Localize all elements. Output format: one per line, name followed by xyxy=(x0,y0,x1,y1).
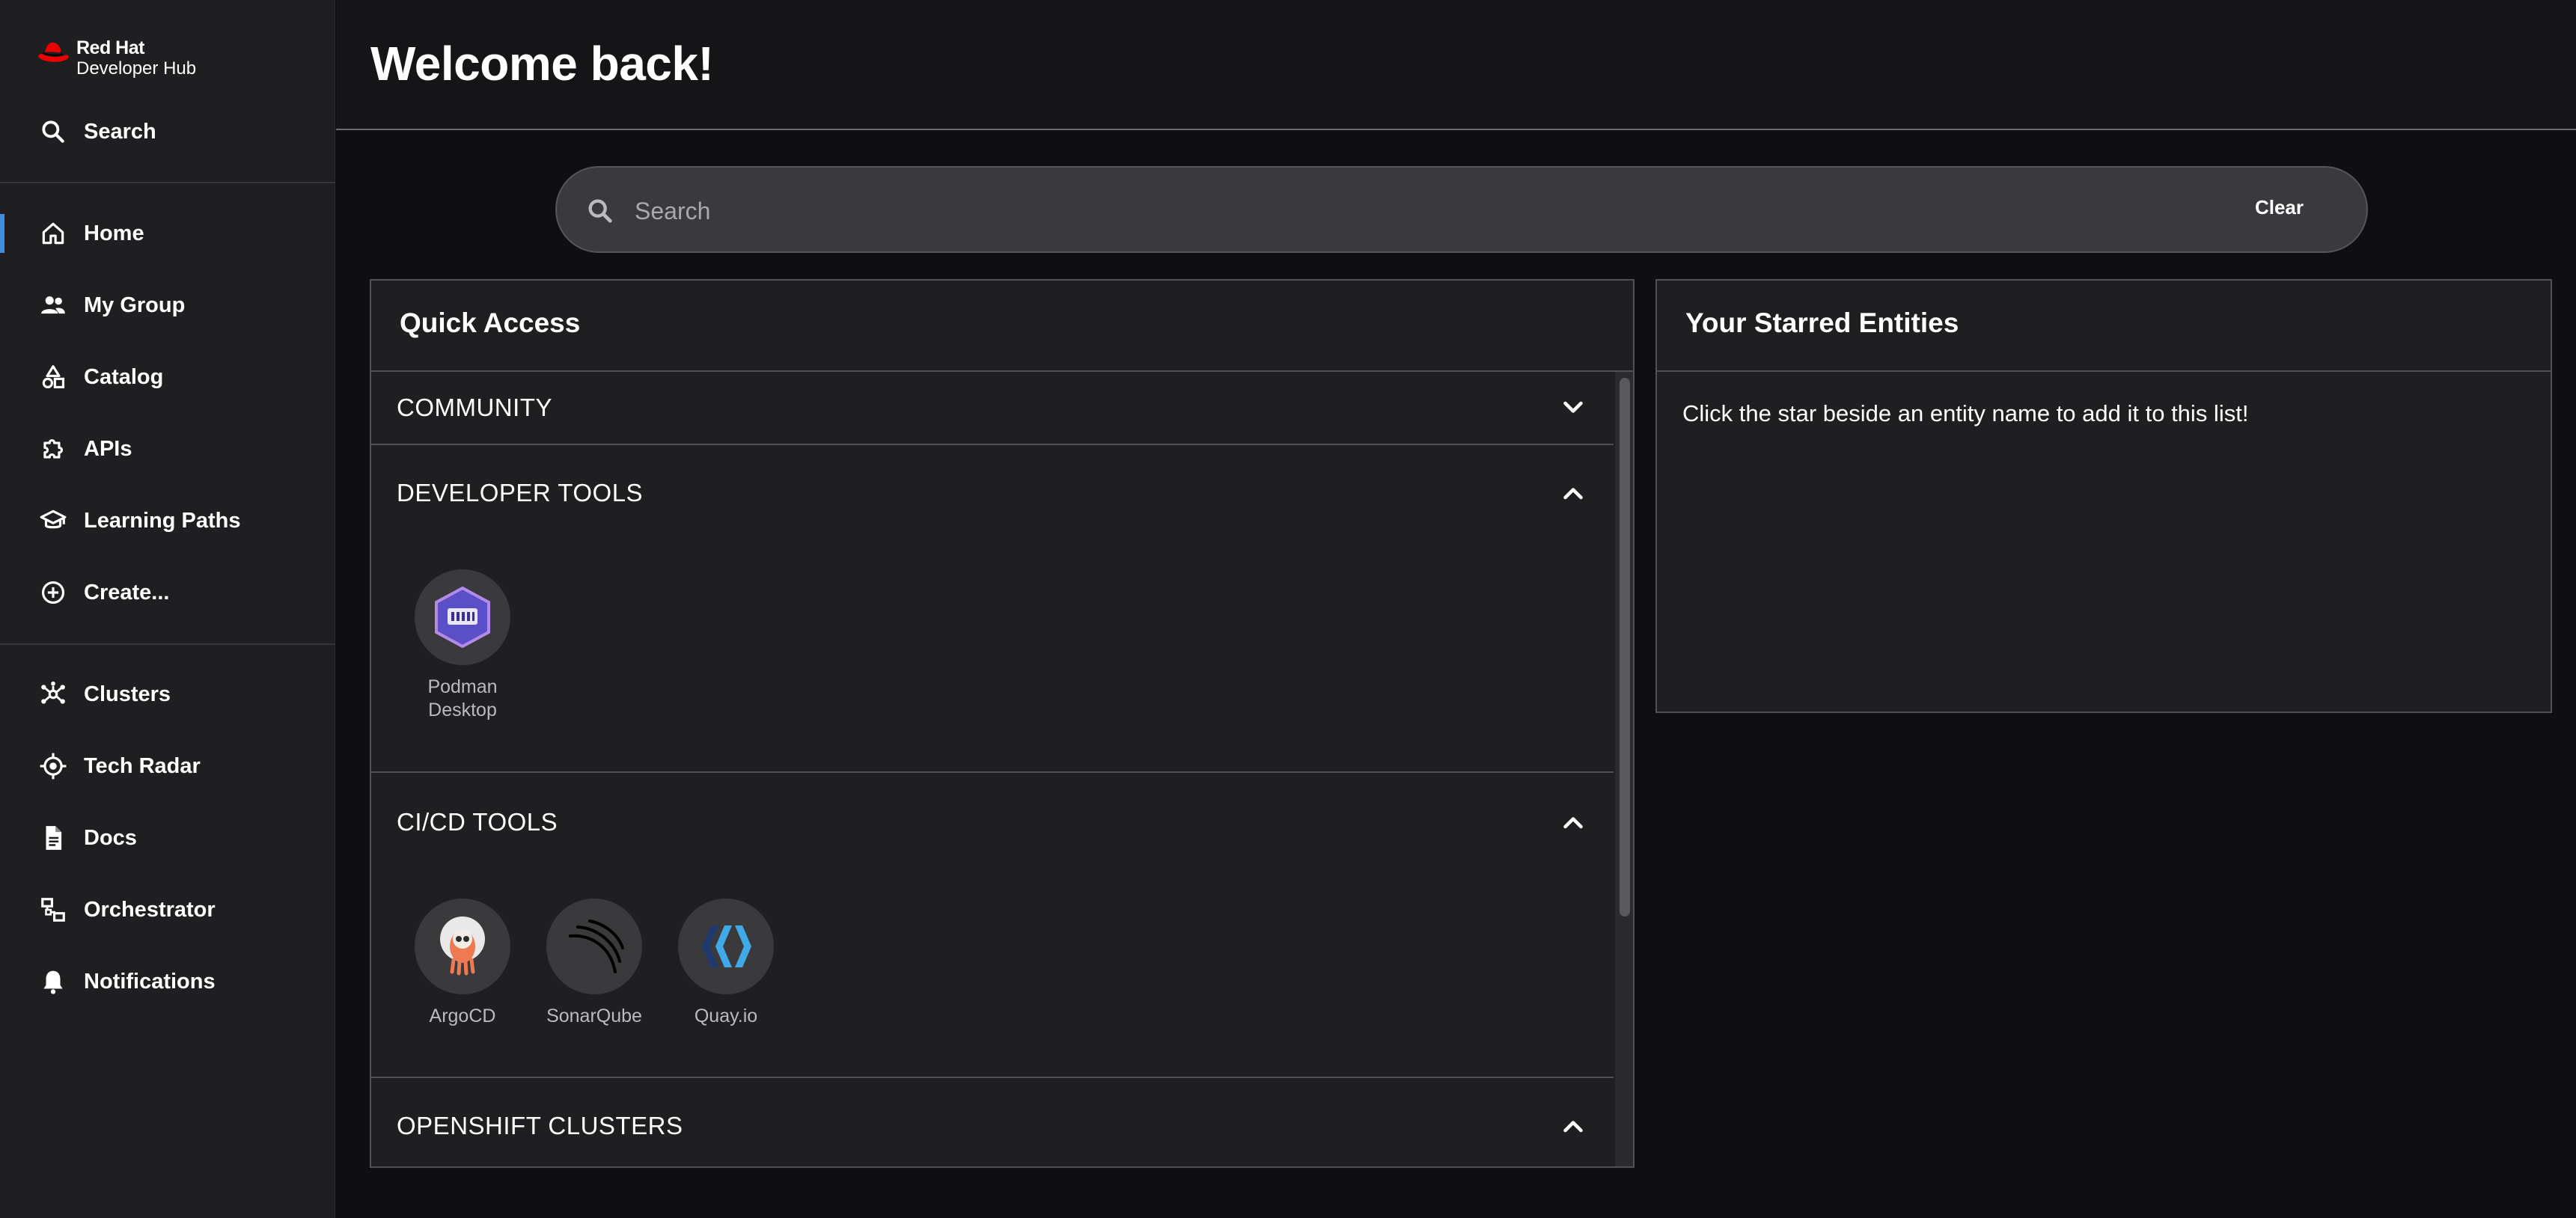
sidebar-item-label: My Group xyxy=(84,293,186,317)
starred-entities-card: Your Starred Entities Click the star bes… xyxy=(1655,279,2552,713)
tile-label: ArgoCD xyxy=(429,1006,496,1026)
sidebar-item-orchestrator[interactable]: Orchestrator xyxy=(0,886,335,934)
bell-icon xyxy=(39,967,67,996)
sidebar-item-label: Learning Paths xyxy=(84,508,241,533)
section-title: COMMUNITY xyxy=(397,394,552,421)
tile-label: Podman Desktop xyxy=(427,676,498,720)
section-header-openshift-clusters[interactable]: OPENSHIFT CLUSTERS xyxy=(371,1090,1614,1162)
chevron-up-icon xyxy=(1563,488,1583,500)
sidebar-search[interactable]: Search xyxy=(0,108,335,156)
chevron-up-icon xyxy=(1563,817,1583,829)
podman-icon xyxy=(415,569,510,665)
sidebar-item-notifications[interactable]: Notifications xyxy=(0,958,335,1006)
sidebar-divider xyxy=(0,643,335,645)
section-title: DEVELOPER TOOLS xyxy=(397,479,644,507)
search-icon xyxy=(39,117,67,146)
section-title: OPENSHIFT CLUSTERS xyxy=(397,1112,683,1139)
sidebar-item-learning-paths[interactable]: Learning Paths xyxy=(0,497,335,545)
sonarqube-icon xyxy=(546,899,642,994)
sidebar-item-label: Clusters xyxy=(84,682,171,706)
quick-access-title: Quick Access xyxy=(400,307,581,338)
brand-logo[interactable]: Red Hat Developer Hub xyxy=(36,37,196,82)
sidebar-item-catalog[interactable]: Catalog xyxy=(0,353,335,401)
radar-icon xyxy=(39,752,67,780)
sidebar-item-label: Home xyxy=(84,221,144,245)
school-icon xyxy=(39,507,67,535)
sidebar-item-clusters[interactable]: Clusters xyxy=(0,670,335,718)
search-input[interactable] xyxy=(635,190,2131,232)
sidebar-item-label: Docs xyxy=(84,825,137,850)
clear-button[interactable]: Clear xyxy=(2255,196,2304,219)
sidebar-item-create[interactable]: Create... xyxy=(0,569,335,616)
starred-entities-title: Your Starred Entities xyxy=(1685,307,1959,338)
brand-line1: Red Hat xyxy=(76,37,144,58)
document-icon xyxy=(39,824,67,852)
tile-label: Quay.io xyxy=(694,1006,758,1026)
sidebar-item-apis[interactable]: APIs xyxy=(0,425,335,473)
sidebar-item-label: Orchestrator xyxy=(84,897,216,922)
puzzle-icon xyxy=(39,435,67,463)
tile-sonarqube[interactable]: SonarQube xyxy=(534,899,654,1028)
sidebar-item-docs[interactable]: Docs xyxy=(0,814,335,862)
chevron-up-icon xyxy=(1563,1121,1583,1133)
section-header-community[interactable]: COMMUNITY xyxy=(371,372,1614,444)
sidebar-item-my-group[interactable]: My Group xyxy=(0,281,335,329)
scrollbar-thumb[interactable] xyxy=(1620,378,1630,916)
page-header: Welcome back! xyxy=(336,0,2576,130)
clusters-icon xyxy=(39,680,67,709)
tile-quay[interactable]: Quay.io xyxy=(666,899,786,1028)
home-search-bar: Clear xyxy=(555,166,2368,253)
add-circle-icon xyxy=(39,578,67,607)
card-divider xyxy=(1657,370,2551,372)
red-hat-logo-icon xyxy=(38,42,69,62)
section-divider xyxy=(371,771,1614,773)
sidebar-item-label: Create... xyxy=(84,580,170,605)
sidebar-item-label: Catalog xyxy=(84,364,164,389)
sidebar-search-label: Search xyxy=(84,119,156,144)
search-icon xyxy=(588,199,612,223)
quick-access-card: Quick Access COMMUNITY DEVELOPER TOOLS P… xyxy=(370,279,1635,1168)
section-title: CI/CD TOOLS xyxy=(397,808,558,836)
section-divider xyxy=(371,1077,1614,1078)
section-divider xyxy=(371,444,1614,445)
sidebar-item-label: Notifications xyxy=(84,969,216,994)
home-icon xyxy=(39,219,67,248)
quay-icon xyxy=(678,899,774,994)
group-icon xyxy=(39,291,67,319)
empty-state-message: Click the star beside an entity name to … xyxy=(1682,400,2249,426)
sidebar-item-label: Tech Radar xyxy=(84,753,201,778)
catalog-icon xyxy=(39,363,67,391)
tile-argocd[interactable]: ArgoCD xyxy=(403,899,522,1028)
chevron-down-icon xyxy=(1563,401,1583,413)
sidebar: Red Hat Developer Hub Search Home My Gro… xyxy=(0,0,335,1218)
tile-label: SonarQube xyxy=(546,1006,642,1026)
sidebar-item-tech-radar[interactable]: Tech Radar xyxy=(0,742,335,790)
section-header-developer-tools[interactable]: DEVELOPER TOOLS xyxy=(371,457,1614,529)
brand-line2: Developer Hub xyxy=(76,58,197,79)
workflow-icon xyxy=(39,896,67,924)
sidebar-item-label: APIs xyxy=(84,436,132,461)
argocd-icon xyxy=(415,899,510,994)
app-root: Red Hat Developer Hub Search Home My Gro… xyxy=(0,0,2576,1218)
page-title: Welcome back! xyxy=(370,37,714,91)
tile-podman-desktop[interactable]: Podman Desktop xyxy=(403,569,522,722)
section-header-cicd-tools[interactable]: CI/CD TOOLS xyxy=(371,786,1614,858)
sidebar-divider xyxy=(0,182,335,183)
sidebar-item-home[interactable]: Home xyxy=(0,209,335,257)
